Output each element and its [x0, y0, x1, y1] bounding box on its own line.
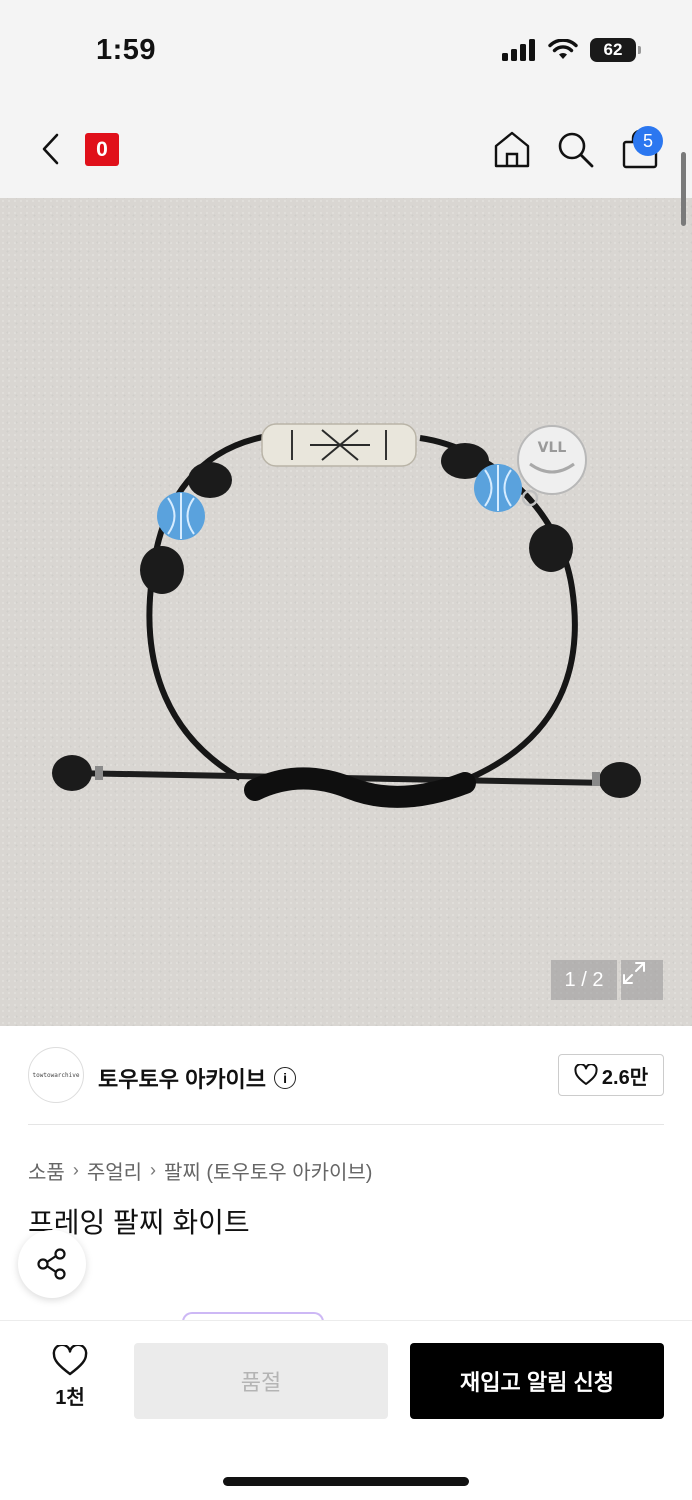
search-icon — [558, 132, 594, 168]
wifi-icon — [548, 39, 578, 59]
image-pager: 1 / 2 — [551, 960, 617, 1000]
signal-icon — [502, 39, 535, 61]
share-icon — [37, 1248, 66, 1280]
top-nav: 0 — [0, 100, 692, 198]
breadcrumb: 소품 › 주얼리 › 팔찌 (토우토우 아카이브) — [28, 1156, 372, 1185]
home-button[interactable] — [491, 128, 533, 170]
bottom-action-bar: 1천 품절 재입고 알림 신청 — [0, 1320, 692, 1500]
battery-icon: 62 — [590, 38, 641, 62]
share-button[interactable] — [18, 1230, 86, 1298]
app-logo[interactable]: 0 — [85, 133, 119, 166]
back-button[interactable] — [30, 126, 70, 172]
chevron-right-icon: › — [150, 1160, 157, 1180]
expand-image-button[interactable] — [621, 960, 663, 1000]
cart-count-badge: 5 — [633, 126, 663, 156]
brand-avatar[interactable]: towtowarchive — [28, 1047, 84, 1103]
battery-level: 62 — [603, 40, 623, 59]
heart-icon — [52, 1345, 88, 1376]
home-icon — [494, 131, 530, 168]
status-time: 1:59 — [96, 34, 157, 66]
breadcrumb-item[interactable]: 팔찌 (토우토우 아카이브) — [164, 1156, 372, 1185]
charm-text: VLL — [538, 440, 567, 456]
divider — [28, 1124, 664, 1125]
sold-out-button[interactable]: 품절 — [134, 1343, 388, 1419]
breadcrumb-item[interactable]: 주얼리 — [87, 1156, 142, 1185]
search-button[interactable] — [554, 128, 596, 170]
home-indicator — [223, 1477, 469, 1486]
bracelet-photo: VLL — [52, 423, 641, 808]
chevron-left-icon — [42, 133, 59, 165]
wishlist-button[interactable]: 1천 — [40, 1345, 100, 1415]
chevron-right-icon: › — [72, 1160, 79, 1180]
brand-name-group[interactable]: 토우토우 아카이브 i — [98, 1062, 297, 1094]
brand-name[interactable]: 토우토우 아카이브 — [98, 1062, 266, 1094]
brand-row[interactable]: towtowarchive 토우토우 아카이브 i 2.6만 — [0, 1026, 692, 1126]
expand-icon — [623, 962, 645, 984]
scrollbar[interactable] — [681, 152, 686, 226]
breadcrumb-item[interactable]: 소품 — [28, 1156, 65, 1185]
heart-icon — [574, 1064, 598, 1085]
brand-like-count: 2.6만 — [601, 1066, 649, 1089]
status-bar: 1:59 62 — [0, 0, 692, 100]
brand-like-button[interactable]: 2.6만 — [558, 1054, 664, 1096]
product-image[interactable]: VLL 1 / 2 — [0, 198, 692, 1026]
wishlist-count: 1천 — [55, 1387, 85, 1409]
restock-alert-button[interactable]: 재입고 알림 신청 — [410, 1343, 664, 1419]
info-icon[interactable]: i — [274, 1067, 297, 1089]
status-icons: 62 — [502, 38, 641, 62]
